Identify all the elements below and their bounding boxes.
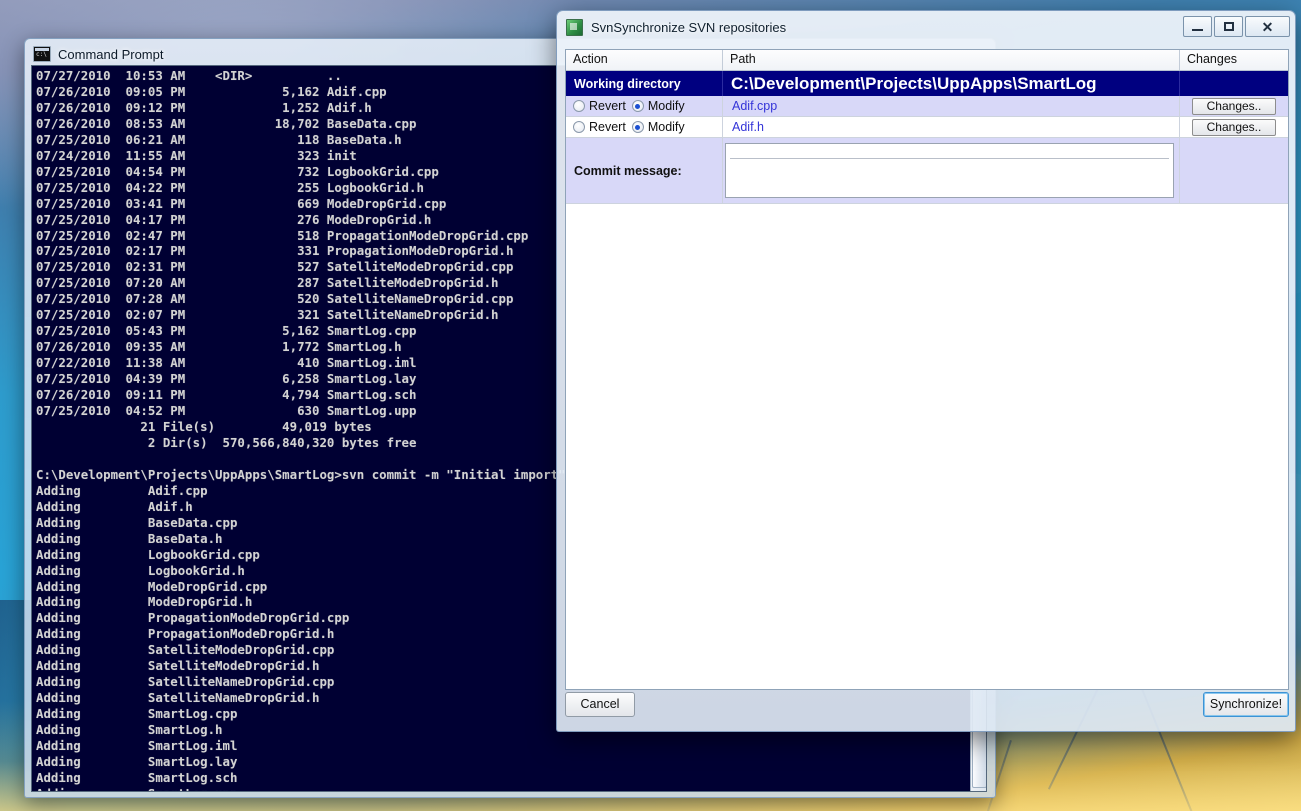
working-directory-path: C:\Development\Projects\UppApps\SmartLog [723, 74, 1097, 94]
cancel-button[interactable]: Cancel [565, 692, 635, 717]
working-directory-label-cell: Working directory [566, 71, 723, 96]
radio-unselected-icon[interactable] [573, 121, 585, 133]
window-controls: ✕ [1183, 16, 1290, 37]
path-cell[interactable]: Adif.h [723, 117, 1180, 138]
table-row[interactable]: Revert Modify Adif.cpp Changes.. [566, 96, 1288, 117]
changes-cell: Changes.. [1180, 117, 1288, 138]
svn-app-icon [566, 19, 583, 36]
working-directory-label: Working directory [566, 77, 681, 91]
column-header-action[interactable]: Action [566, 50, 723, 70]
revert-radio[interactable]: Revert [573, 99, 626, 113]
command-prompt-title: Command Prompt [58, 47, 163, 62]
svn-file-table[interactable]: Action Path Changes Working directory C:… [565, 49, 1289, 690]
table-empty-area [566, 204, 1288, 690]
action-radio-group[interactable]: Revert Modify [566, 99, 685, 113]
column-header-path[interactable]: Path [723, 50, 1180, 70]
radio-unselected-icon[interactable] [573, 100, 585, 112]
working-directory-path-cell: C:\Development\Projects\UppApps\SmartLog [723, 71, 1180, 96]
action-cell[interactable]: Revert Modify [566, 117, 723, 138]
svn-dialog-title: SvnSynchronize SVN repositories [591, 20, 786, 35]
maximize-icon [1224, 22, 1234, 31]
command-prompt-icon [33, 46, 51, 62]
revert-radio[interactable]: Revert [573, 120, 626, 134]
revert-label: Revert [589, 99, 626, 113]
modify-label: Modify [648, 120, 685, 134]
svn-dialog-titlebar[interactable]: SvnSynchronize SVN repositories ✕ [557, 11, 1295, 43]
close-icon: ✕ [1262, 20, 1274, 34]
modify-label: Modify [648, 99, 685, 113]
minimize-icon [1192, 29, 1203, 31]
table-row[interactable]: Revert Modify Adif.h Changes.. [566, 117, 1288, 138]
commit-message-row[interactable]: Commit message: [566, 138, 1288, 204]
working-directory-row[interactable]: Working directory C:\Development\Project… [566, 71, 1288, 96]
maximize-button[interactable] [1214, 16, 1243, 37]
changes-button[interactable]: Changes.. [1192, 98, 1276, 115]
commit-message-label: Commit message: [566, 164, 682, 178]
minimize-button[interactable] [1183, 16, 1212, 37]
commit-message-input-cell[interactable] [723, 138, 1180, 204]
table-header-row: Action Path Changes [566, 50, 1288, 71]
synchronize-button[interactable]: Synchronize! [1203, 692, 1289, 717]
modify-radio[interactable]: Modify [632, 120, 685, 134]
dialog-button-bar: Cancel Synchronize! [565, 687, 1289, 721]
radio-selected-icon[interactable] [632, 121, 644, 133]
working-directory-changes-cell [1180, 71, 1288, 96]
changes-cell: Changes.. [1180, 96, 1288, 117]
revert-label: Revert [589, 120, 626, 134]
action-radio-group[interactable]: Revert Modify [566, 120, 685, 134]
modify-radio[interactable]: Modify [632, 99, 685, 113]
commit-message-label-cell: Commit message: [566, 138, 723, 204]
radio-selected-icon[interactable] [632, 100, 644, 112]
close-button[interactable]: ✕ [1245, 16, 1290, 37]
commit-message-spacer-cell [1180, 138, 1288, 204]
column-header-changes[interactable]: Changes [1180, 50, 1288, 70]
path-cell[interactable]: Adif.cpp [723, 96, 1180, 117]
changes-button[interactable]: Changes.. [1192, 119, 1276, 136]
svn-synchronize-dialog[interactable]: SvnSynchronize SVN repositories ✕ Action… [556, 10, 1296, 732]
commit-message-input[interactable] [725, 143, 1174, 198]
action-cell[interactable]: Revert Modify [566, 96, 723, 117]
